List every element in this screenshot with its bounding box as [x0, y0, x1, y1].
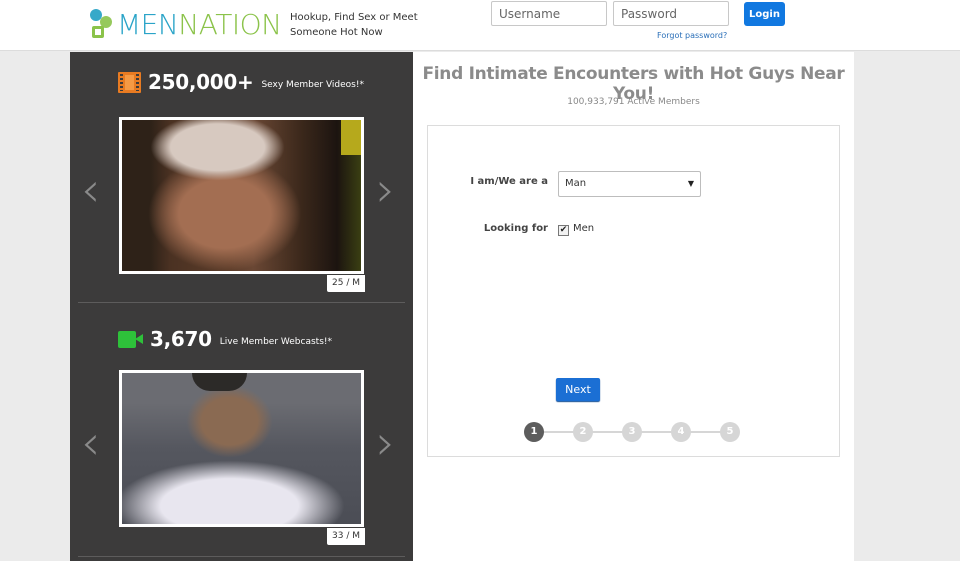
forgot-password-link[interactable]: Forgot password? — [657, 31, 727, 40]
videos-promo-header: 250,000+ Sexy Member Videos!* — [118, 69, 364, 95]
promo-divider — [78, 556, 405, 557]
step-indicator: 4 — [671, 422, 691, 442]
login-button[interactable]: Login — [744, 2, 785, 26]
webcams-label: Live Member Webcasts!* — [219, 336, 332, 347]
signup-form: I am/We are a Man ▼ Looking for ✔ Men Ne… — [427, 125, 840, 457]
promo-divider — [78, 302, 405, 303]
looking-for-men-label[interactable]: Men — [573, 223, 594, 234]
video-thumbnail[interactable] — [119, 117, 364, 274]
gender-select-value: Man — [565, 178, 587, 189]
webcams-promo-header: 3,670 Live Member Webcasts!* — [118, 326, 332, 352]
webcams-promo: 3,670 Live Member Webcasts!* ‹ 33 / M › — [70, 304, 413, 561]
logo-wordmark: MENNATION — [117, 8, 282, 41]
site-logo[interactable]: MENNATION — [90, 8, 282, 42]
password-input[interactable] — [613, 1, 729, 26]
video-member-badge: 25 / M — [327, 275, 365, 292]
webcam-thumbnail[interactable] — [119, 370, 364, 527]
step-indicator: 3 — [622, 422, 642, 442]
videos-label: Sexy Member Videos!* — [261, 79, 364, 90]
gender-select[interactable]: Man ▼ — [558, 171, 701, 197]
signup-section: Find Intimate Encounters with Hot Guys N… — [413, 52, 854, 561]
step-indicator: 5 — [720, 422, 740, 442]
webcams-count: 3,670 — [150, 327, 212, 351]
webcam-icon — [118, 330, 143, 348]
videos-count: 250,000+ — [148, 70, 254, 94]
looking-for-men-checkbox[interactable]: ✔ — [558, 225, 569, 236]
site-header: MENNATION Hookup, Find Sex or Meet Someo… — [0, 0, 960, 51]
webcam-member-badge: 33 / M — [327, 528, 365, 545]
next-button[interactable]: Next — [556, 378, 600, 401]
webcams-prev-arrow-icon[interactable]: ‹ — [81, 419, 100, 467]
step-indicator: 1 — [524, 422, 544, 442]
iam-label: I am/We are a — [470, 176, 548, 187]
site-tagline: Hookup, Find Sex or Meet Someone Hot Now — [290, 12, 418, 38]
videos-prev-arrow-icon[interactable]: ‹ — [81, 166, 100, 214]
chevron-down-icon: ▼ — [687, 179, 694, 188]
active-members-count: 100,933,791 Active Members — [567, 97, 700, 107]
film-icon — [118, 71, 141, 93]
videos-next-arrow-icon[interactable]: › — [376, 166, 395, 214]
logo-mark-icon — [90, 8, 114, 42]
step-progress: 1 2 3 4 5 — [524, 422, 744, 442]
username-input[interactable] — [491, 1, 607, 26]
promo-panel: 250,000+ Sexy Member Videos!* ‹ 25 / M ›… — [70, 52, 413, 561]
videos-promo: 250,000+ Sexy Member Videos!* ‹ 25 / M › — [70, 52, 413, 304]
looking-for-label: Looking for — [483, 223, 548, 234]
webcams-next-arrow-icon[interactable]: › — [376, 419, 395, 467]
step-indicator: 2 — [573, 422, 593, 442]
